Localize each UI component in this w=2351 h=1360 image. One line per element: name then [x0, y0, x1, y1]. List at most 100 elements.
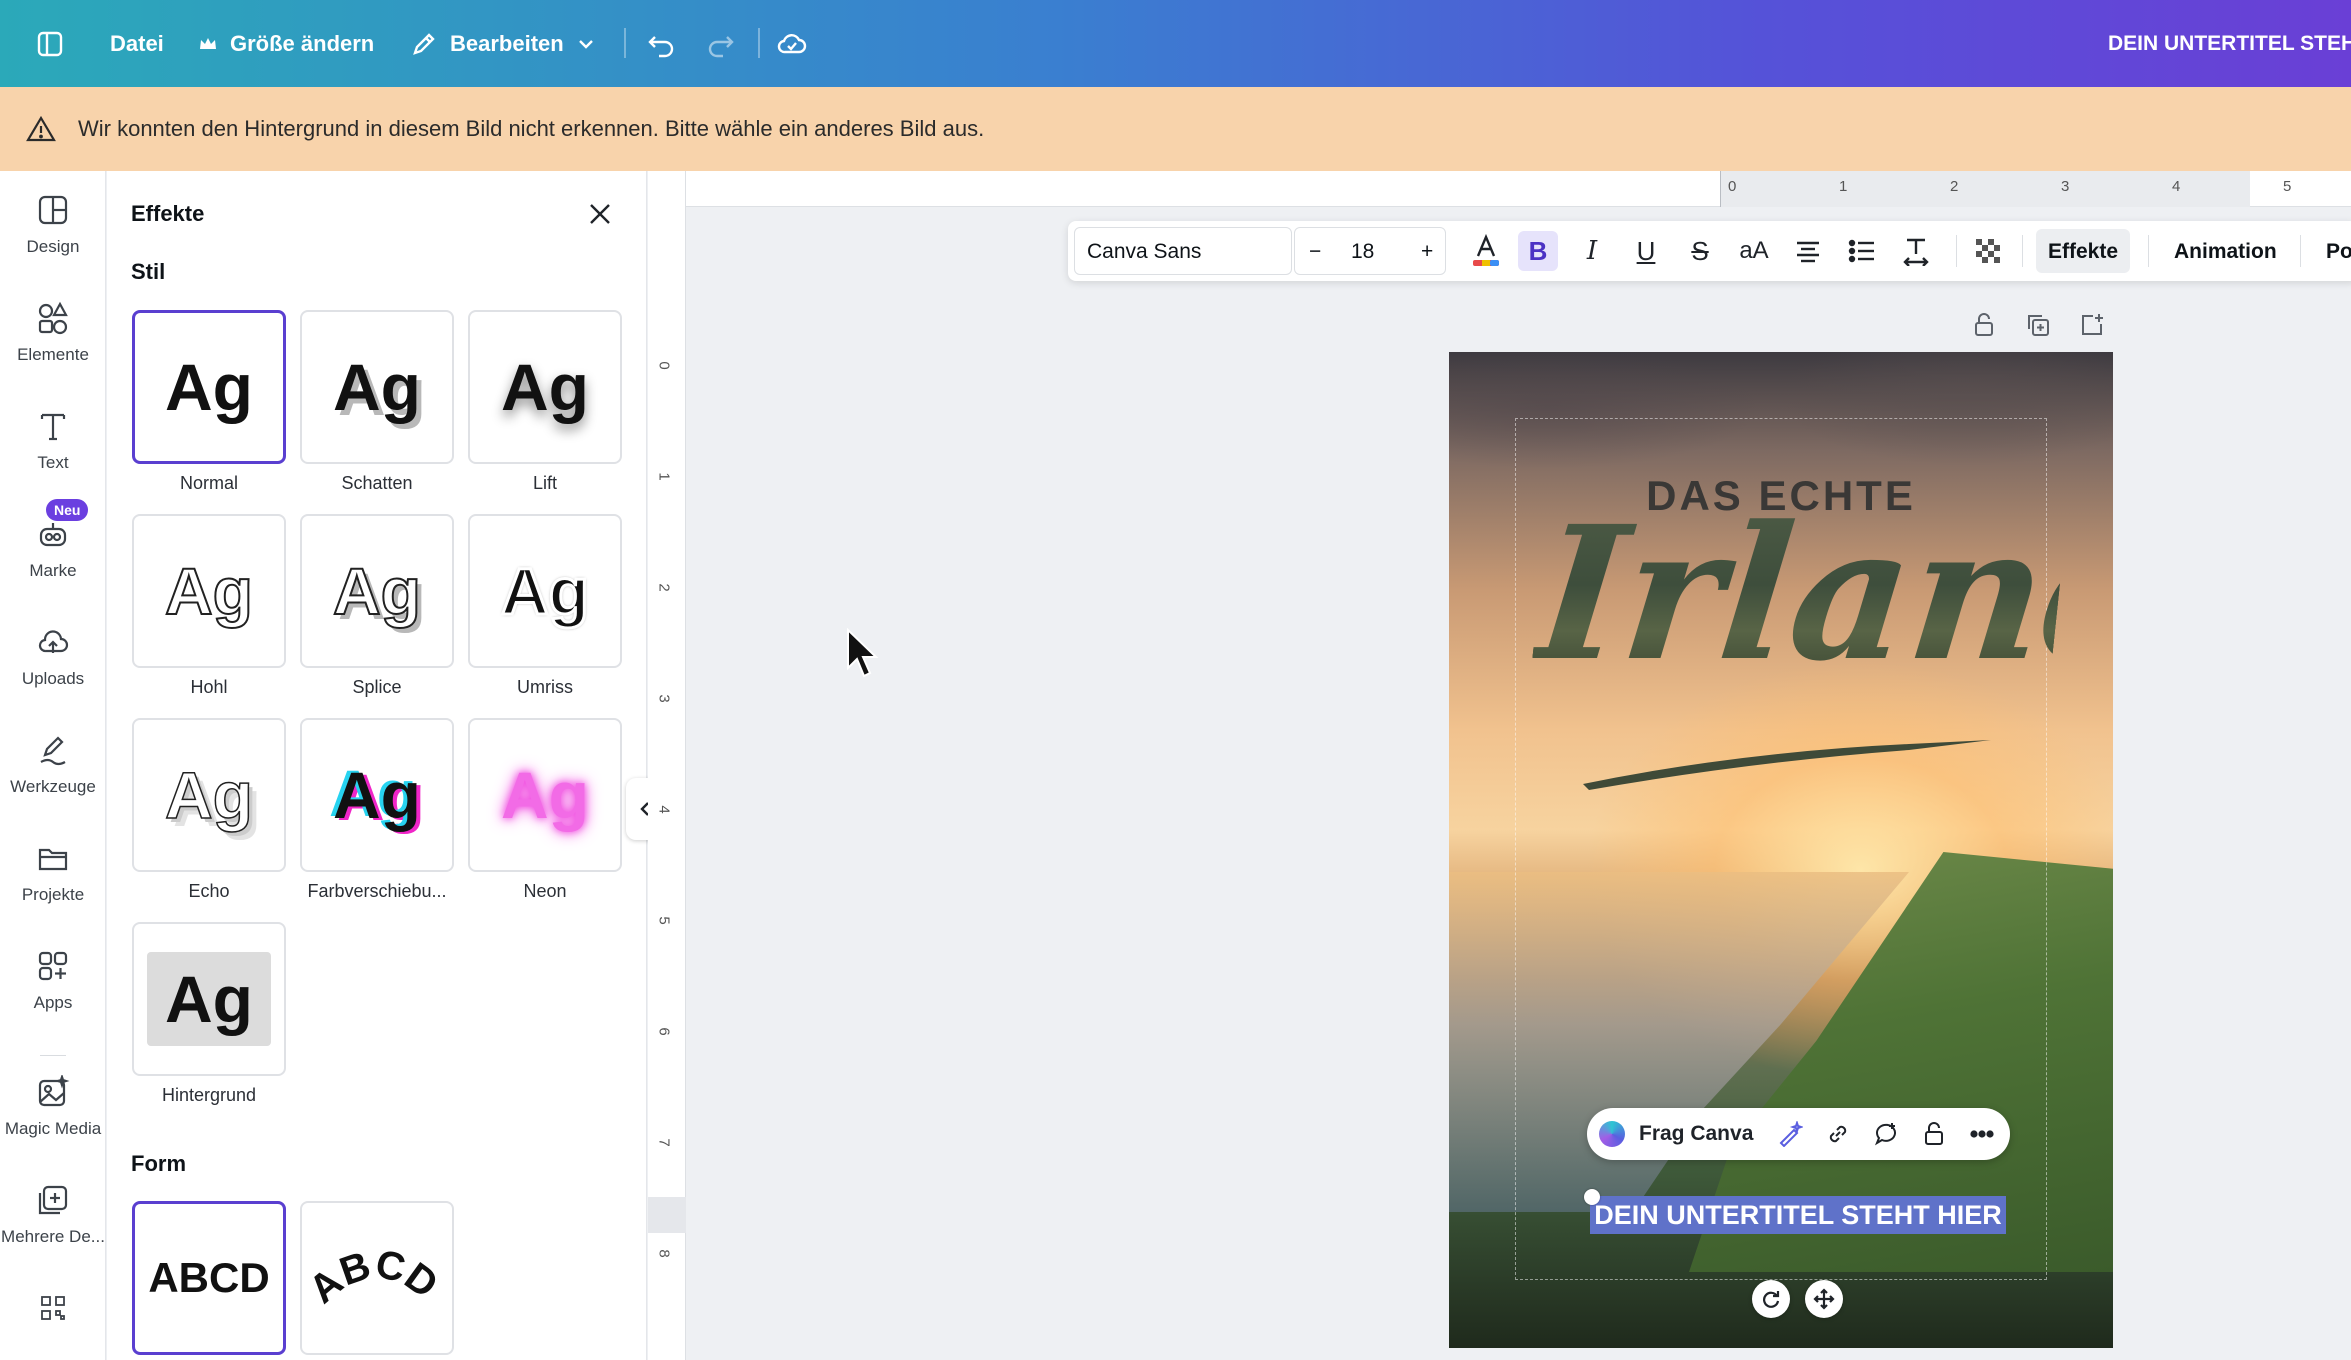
strikethrough-button[interactable]: S	[1680, 231, 1720, 271]
ruler-tick-label: 2	[655, 583, 673, 592]
warning-icon	[26, 115, 56, 142]
brand-icon	[39, 523, 67, 547]
rail-label-design: Design	[26, 237, 80, 256]
duplicate-page-icon[interactable]	[2025, 312, 2051, 338]
style-label: Lift	[532, 473, 557, 493]
rail-item-magic-media[interactable]: Magic Media	[0, 1053, 106, 1153]
list-button[interactable]	[1842, 231, 1882, 271]
font-family-select[interactable]: Canva Sans	[1074, 227, 1292, 275]
top-bar: Datei Größe ändern Bearbeiten DEIN UNTER…	[0, 0, 2351, 87]
sidebar-toggle-icon	[37, 31, 63, 56]
text-color-button[interactable]	[1466, 231, 1506, 271]
lock-icon[interactable]	[1921, 1121, 1947, 1147]
add-page-icon[interactable]	[2079, 312, 2105, 338]
italic-button[interactable]: I	[1572, 231, 1612, 271]
font-size-decrease[interactable]: −	[1309, 240, 1321, 264]
strikethrough-icon: S	[1691, 235, 1709, 266]
magic-edit-icon[interactable]	[1777, 1121, 1803, 1147]
close-icon[interactable]	[585, 199, 615, 229]
style-tile-outline[interactable]: Ag	[468, 514, 622, 668]
ruler-tick-label: 5	[655, 916, 673, 925]
more-options-icon[interactable]	[1969, 1121, 1995, 1147]
style-sample: Ag	[147, 952, 271, 1046]
elements-icon	[38, 301, 68, 335]
toolbar-divider	[2300, 235, 2301, 267]
save-status-button[interactable]	[776, 0, 808, 87]
folder-icon	[38, 848, 68, 871]
toolbar-divider	[2148, 235, 2149, 267]
bold-button[interactable]: B	[1518, 231, 1558, 271]
subtitle-text-selected[interactable]: DEIN UNTERTITEL STEHT HIER	[1590, 1196, 2006, 1234]
text-color-icon	[1473, 234, 1499, 266]
transparency-button[interactable]	[1968, 231, 2008, 271]
shape-tile-none[interactable]: ABCD	[132, 1201, 286, 1355]
underline-icon: U	[1636, 235, 1656, 266]
style-tile-neon[interactable]: Ag	[468, 718, 622, 872]
apps-icon	[38, 951, 68, 981]
mouse-pointer-icon	[847, 628, 879, 678]
redo-icon	[708, 35, 734, 57]
lock-icon[interactable]	[1971, 312, 1997, 338]
headline-text[interactable]: Irland	[1528, 486, 2113, 702]
style-sample: Ag	[332, 554, 422, 628]
style-tile-hollow[interactable]: Ag	[132, 514, 286, 668]
rail-item-text[interactable]: Text	[0, 387, 106, 487]
rail-item-uploads[interactable]: Uploads	[0, 603, 106, 703]
align-center-icon	[1797, 241, 1819, 263]
document-title[interactable]: DEIN UNTERTITEL STEH	[2108, 0, 2351, 87]
style-tile-glitch[interactable]: Ag	[300, 718, 454, 872]
rail-item-tools[interactable]: Werkzeuge	[0, 711, 106, 811]
style-sample: Ag	[164, 758, 253, 832]
style-sample: Ag	[164, 554, 254, 628]
animation-button[interactable]: Animation	[2162, 229, 2289, 273]
rail-item-elements[interactable]: Elemente	[0, 279, 106, 379]
move-button[interactable]	[1805, 1280, 1843, 1318]
ask-canva-button[interactable]: Frag Canva	[1639, 1122, 1753, 1146]
magic-media-icon	[38, 1075, 70, 1107]
file-menu-button[interactable]: Datei	[110, 0, 164, 87]
left-rail: Design Elemente Text Neu Marke Uploads W…	[0, 171, 106, 1360]
link-icon[interactable]	[1825, 1121, 1851, 1147]
rail-item-projects[interactable]: Projekte	[0, 819, 106, 919]
style-label: Umriss	[517, 677, 573, 697]
style-tile-background[interactable]: Ag	[132, 922, 286, 1076]
font-size-input[interactable]: 18	[1351, 240, 1374, 264]
style-tile-echo[interactable]: Ag	[132, 718, 286, 872]
style-tile-shadow[interactable]: Ag	[300, 310, 454, 464]
font-size-increase[interactable]: +	[1421, 240, 1433, 264]
undo-button[interactable]	[646, 0, 676, 87]
edit-mode-button[interactable]: Bearbeiten	[410, 0, 596, 87]
style-tile-splice[interactable]: Ag	[300, 514, 454, 668]
rail-item-brand[interactable]: Neu Marke	[0, 495, 106, 595]
ruler-tick-label: 6	[655, 1027, 673, 1036]
rotate-button[interactable]	[1752, 1280, 1790, 1318]
rail-item-multiple-designs[interactable]: Mehrere De...	[0, 1161, 106, 1261]
shape-tile-curve[interactable]: ABCD	[300, 1201, 454, 1355]
rail-label-text: Text	[37, 453, 69, 472]
rail-item-apps[interactable]: Apps	[0, 927, 106, 1027]
rail-item-design[interactable]: Design	[0, 171, 106, 271]
effects-panel: Effekte Stil Ag Normal Ag Schatten Ag Li…	[107, 171, 647, 1360]
redo-button[interactable]	[706, 0, 736, 87]
toggle-sidebar-button[interactable]	[36, 0, 64, 87]
effects-button[interactable]: Effekte	[2036, 229, 2131, 273]
ruler-tick-label: 4	[655, 805, 673, 814]
resize-button[interactable]: Größe ändern	[198, 0, 374, 87]
letter-case-button[interactable]: aA	[1734, 231, 1774, 271]
comment-icon[interactable]	[1873, 1121, 1899, 1147]
panel-title: Effekte	[131, 201, 205, 226]
style-label: Splice	[352, 677, 402, 697]
rail-label-brand: Marke	[29, 561, 77, 580]
selection-handle[interactable]	[1584, 1189, 1600, 1205]
align-button[interactable]	[1788, 231, 1828, 271]
ruler-tick-label: 0	[655, 361, 673, 370]
horizontal-ruler: 0 1 2 3 4 5	[686, 171, 2351, 207]
style-tile-lift[interactable]: Ag	[468, 310, 622, 464]
style-label: Schatten	[341, 473, 413, 493]
multiple-designs-icon	[38, 1185, 68, 1215]
position-button[interactable]: Po	[2314, 229, 2351, 273]
underline-button[interactable]: U	[1626, 231, 1666, 271]
rail-item-qr-code[interactable]	[0, 1269, 106, 1360]
style-tile-normal[interactable]: Ag	[132, 310, 286, 464]
spacing-button[interactable]	[1896, 231, 1936, 271]
